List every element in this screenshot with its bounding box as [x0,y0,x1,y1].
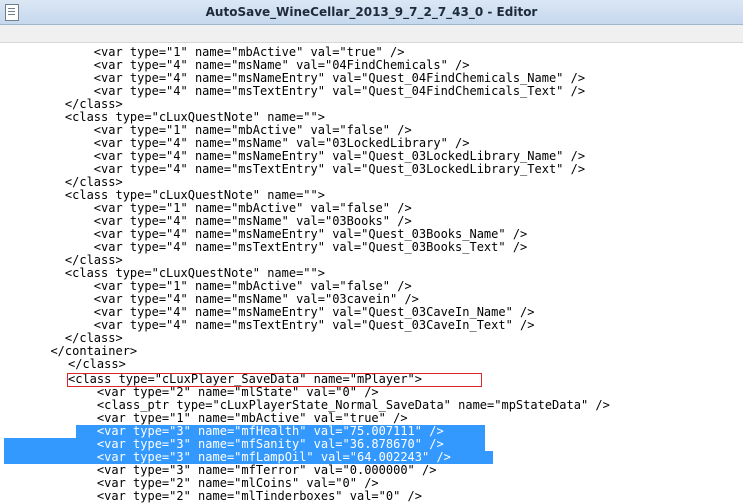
window-title: AutoSave_WineCellar_2013_9_7_2_7_43_0 - … [205,5,538,19]
code-line: </class> [68,357,126,371]
highlight-box [67,373,482,387]
code-line: <var type="2" name="mlTinderboxes" val="… [68,489,423,503]
title-bar[interactable]: AutoSave_WineCellar_2013_9_7_2_7_43_0 - … [0,0,743,25]
text-editor[interactable]: <var type="1" name="mbActive" val="true"… [0,43,743,504]
menu-bar [0,25,743,43]
